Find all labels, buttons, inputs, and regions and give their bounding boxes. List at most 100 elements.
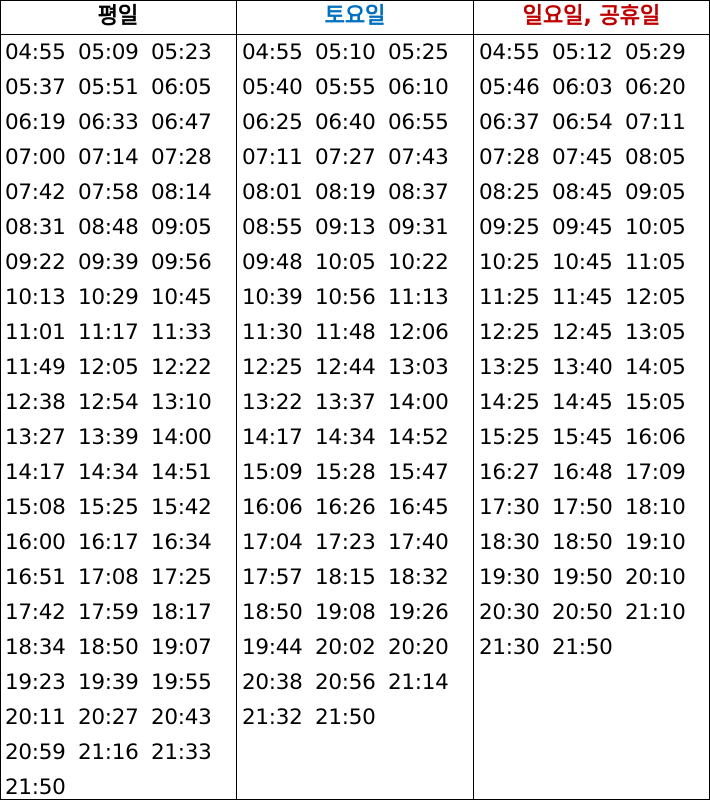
departure-time: 08:19 <box>315 180 376 205</box>
departure-time: 19:10 <box>625 530 686 555</box>
departure-time: 09:05 <box>151 215 212 240</box>
departure-time: 17:57 <box>242 565 303 590</box>
departure-time: 06:10 <box>388 75 449 100</box>
departure-time: 21:50 <box>315 705 376 730</box>
departure-time: 05:51 <box>78 75 139 100</box>
departure-time: 12:05 <box>625 285 686 310</box>
departure-time: 07:11 <box>242 145 303 170</box>
departure-time: 15:05 <box>625 390 686 415</box>
departure-time: 12:05 <box>78 355 139 380</box>
departure-time: 07:58 <box>78 180 139 205</box>
departure-time: 13:10 <box>151 390 212 415</box>
departure-time: 18:15 <box>315 565 376 590</box>
departure-time: 14:34 <box>78 460 139 485</box>
departure-time: 09:45 <box>552 215 613 240</box>
column-divider-2 <box>473 0 474 800</box>
departure-time: 19:26 <box>388 600 449 625</box>
departure-time: 12:06 <box>388 320 449 345</box>
departure-time: 08:37 <box>388 180 449 205</box>
departure-time: 09:05 <box>625 180 686 205</box>
departure-time: 04:55 <box>479 40 540 65</box>
departure-time: 12:38 <box>5 390 66 415</box>
departure-time: 18:10 <box>625 495 686 520</box>
departure-time: 19:07 <box>151 635 212 660</box>
departure-time: 10:22 <box>388 250 449 275</box>
left-border <box>0 0 1 800</box>
departure-time: 05:25 <box>388 40 449 65</box>
departure-time: 14:34 <box>315 425 376 450</box>
departure-time: 10:39 <box>242 285 303 310</box>
departure-time: 05:29 <box>625 40 686 65</box>
departure-time: 09:25 <box>479 215 540 240</box>
departure-time: 14:25 <box>479 390 540 415</box>
departure-time: 05:10 <box>315 40 376 65</box>
departure-time: 20:43 <box>151 705 212 730</box>
departure-time: 16:06 <box>625 425 686 450</box>
departure-time: 15:09 <box>242 460 303 485</box>
departure-time: 19:55 <box>151 670 212 695</box>
departure-time: 05:40 <box>242 75 303 100</box>
departure-time: 06:05 <box>151 75 212 100</box>
departure-time: 08:31 <box>5 215 66 240</box>
departure-time: 08:55 <box>242 215 303 240</box>
departure-time: 18:50 <box>242 600 303 625</box>
departure-time: 08:01 <box>242 180 303 205</box>
departure-time: 09:22 <box>5 250 66 275</box>
departure-time: 17:59 <box>78 600 139 625</box>
departure-time: 10:05 <box>315 250 376 275</box>
departure-time: 05:09 <box>78 40 139 65</box>
departure-time: 07:43 <box>388 145 449 170</box>
departure-time: 17:09 <box>625 460 686 485</box>
departure-time: 07:28 <box>479 145 540 170</box>
departure-time: 14:00 <box>151 425 212 450</box>
departure-time: 09:31 <box>388 215 449 240</box>
departure-time: 20:30 <box>479 600 540 625</box>
departure-time: 08:25 <box>479 180 540 205</box>
departure-time: 16:45 <box>388 495 449 520</box>
departure-time: 07:11 <box>625 110 686 135</box>
departure-time: 20:56 <box>315 670 376 695</box>
departure-time: 21:16 <box>78 740 139 765</box>
departure-time: 09:48 <box>242 250 303 275</box>
departure-time: 16:17 <box>78 530 139 555</box>
departure-time: 21:33 <box>151 740 212 765</box>
departure-time: 19:50 <box>552 565 613 590</box>
departure-time: 05:37 <box>5 75 66 100</box>
departure-time: 09:56 <box>151 250 212 275</box>
departure-time: 14:00 <box>388 390 449 415</box>
departure-time: 15:47 <box>388 460 449 485</box>
departure-time: 19:08 <box>315 600 376 625</box>
departure-time: 07:14 <box>78 145 139 170</box>
departure-time: 21:50 <box>552 635 613 660</box>
departure-time: 16:51 <box>5 565 66 590</box>
departure-time: 06:54 <box>552 110 613 135</box>
departure-time: 05:23 <box>151 40 212 65</box>
departure-time: 11:49 <box>5 355 66 380</box>
departure-time: 10:25 <box>479 250 540 275</box>
departure-time: 07:42 <box>5 180 66 205</box>
departure-time: 14:52 <box>388 425 449 450</box>
departure-time: 08:48 <box>78 215 139 240</box>
departure-time: 21:10 <box>625 600 686 625</box>
departure-time: 12:25 <box>479 320 540 345</box>
departure-time: 10:45 <box>151 285 212 310</box>
departure-time: 06:33 <box>78 110 139 135</box>
departure-time: 11:45 <box>552 285 613 310</box>
departure-time: 17:30 <box>479 495 540 520</box>
departure-time: 16:26 <box>315 495 376 520</box>
departure-time: 16:06 <box>242 495 303 520</box>
departure-time: 11:17 <box>78 320 139 345</box>
departure-time: 06:25 <box>242 110 303 135</box>
departure-time: 17:23 <box>315 530 376 555</box>
departure-time: 14:17 <box>5 460 66 485</box>
departure-time: 18:17 <box>151 600 212 625</box>
departure-time: 10:05 <box>625 215 686 240</box>
departure-time: 17:50 <box>552 495 613 520</box>
bus-timetable: 평일 토요일 일요일, 공휴일 04:55 05:09 05:23 05:37 05:5… <box>0 0 710 800</box>
departure-time: 13:05 <box>625 320 686 345</box>
departure-time: 21:14 <box>388 670 449 695</box>
departure-time: 20:50 <box>552 600 613 625</box>
departure-time: 11:33 <box>151 320 212 345</box>
departure-time: 15:25 <box>479 425 540 450</box>
departure-time: 13:40 <box>552 355 613 380</box>
